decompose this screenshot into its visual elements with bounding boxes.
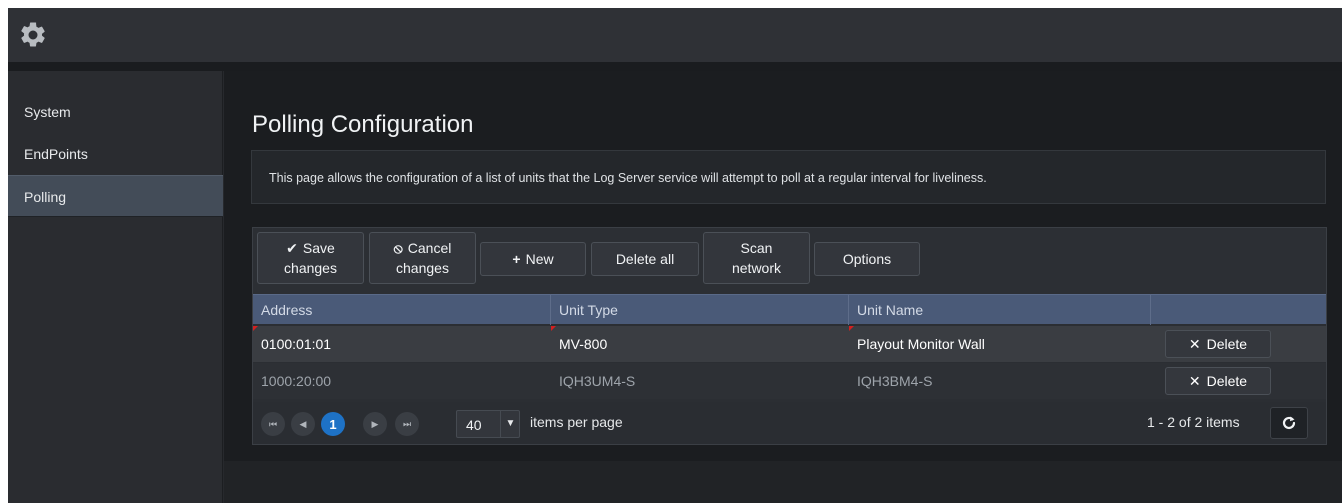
delete-row-button[interactable]: ✕ Delete	[1165, 367, 1271, 395]
column-header-actions	[1151, 295, 1326, 325]
page-number-button[interactable]: 1	[321, 412, 345, 436]
content-panel: Polling Configuration This page allows t…	[224, 71, 1342, 461]
sidebar: System EndPoints Polling	[8, 71, 223, 503]
unit-name-cell[interactable]: Playout Monitor Wall	[849, 326, 1151, 362]
page-title: Polling Configuration	[252, 111, 474, 138]
previous-page-button[interactable]: ◀	[291, 412, 315, 436]
modified-marker	[849, 326, 854, 331]
save-label-line1: Save	[302, 240, 335, 256]
column-header-unit-name[interactable]: Unit Name	[849, 295, 1151, 325]
description-box: This page allows the configuration of a …	[251, 150, 1326, 204]
scan-label-line1: Scan	[740, 240, 773, 256]
scan-label-line2: network	[731, 260, 782, 276]
close-icon: ✕	[1188, 372, 1201, 389]
grid-toolbar: ✔ Save changes ⦸ Cancel changes + New De…	[253, 228, 1326, 294]
page-size-value: 40	[466, 417, 482, 433]
delete-label: Delete	[1206, 336, 1248, 352]
table-row[interactable]: 1000:20:00 IQH3UM4-S IQH3BM4-S ✕ Delete	[253, 363, 1326, 399]
modified-marker	[551, 326, 556, 331]
delete-all-button[interactable]: Delete all	[591, 242, 699, 276]
table-row[interactable]: 0100:01:01 MV-800 Playout Monitor Wall ✕…	[253, 326, 1326, 362]
delete-row-button[interactable]: ✕ Delete	[1165, 330, 1271, 358]
first-page-icon: ⏮	[268, 418, 278, 429]
refresh-icon	[1282, 416, 1296, 430]
address-cell[interactable]: 1000:20:00	[253, 363, 551, 399]
options-button[interactable]: Options	[814, 242, 920, 276]
new-label: New	[525, 251, 554, 267]
app-window: System EndPoints Polling Polling Configu…	[8, 8, 1342, 503]
next-page-icon: ▶	[371, 418, 379, 429]
close-icon: ✕	[1188, 335, 1201, 352]
polling-grid: ✔ Save changes ⦸ Cancel changes + New De…	[252, 227, 1327, 445]
save-label-line2: changes	[284, 260, 337, 276]
refresh-button[interactable]	[1270, 407, 1308, 439]
unit-type-cell[interactable]: MV-800	[551, 326, 849, 362]
description-text: This page allows the configuration of a …	[269, 171, 987, 185]
next-page-button[interactable]: ▶	[363, 412, 387, 436]
modified-marker	[253, 326, 258, 331]
unit-name-cell[interactable]: IQH3BM4-S	[849, 363, 1151, 399]
page-size-select[interactable]: 40 ▼	[456, 410, 520, 438]
last-page-icon: ⏭	[402, 418, 412, 429]
column-header-unit-type[interactable]: Unit Type	[551, 295, 849, 325]
sidebar-item-endpoints[interactable]: EndPoints	[8, 133, 223, 175]
column-header-address[interactable]: Address	[253, 295, 551, 325]
plus-icon: +	[512, 251, 521, 267]
table-header: Address Unit Type Unit Name	[253, 294, 1326, 325]
cancel-changes-button[interactable]: ⦸ Cancel changes	[369, 232, 476, 284]
unit-type-cell[interactable]: IQH3UM4-S	[551, 363, 849, 399]
top-bar	[8, 8, 1342, 62]
address-value: 0100:01:01	[261, 336, 332, 352]
gear-icon[interactable]	[18, 20, 48, 50]
chevron-down-icon[interactable]: ▼	[500, 411, 520, 437]
last-page-button[interactable]: ⏭	[395, 412, 419, 436]
previous-page-icon: ◀	[299, 418, 307, 429]
first-page-button[interactable]: ⏮	[261, 412, 285, 436]
cancel-label-line1: Cancel	[407, 240, 452, 256]
address-cell[interactable]: 0100:01:01	[253, 326, 551, 362]
scan-network-button[interactable]: Scan network	[703, 232, 810, 284]
unit-type-value: MV-800	[559, 336, 608, 352]
delete-label: Delete	[1206, 373, 1248, 389]
pager: ⏮ ◀ 1 ▶ ⏭ 40 ▼ items per page 1 - 2 of 2…	[253, 402, 1326, 444]
new-button[interactable]: + New	[480, 242, 586, 276]
delete-all-label: Delete all	[615, 251, 675, 267]
options-label: Options	[842, 251, 892, 267]
checkmark-icon: ✔	[286, 240, 298, 256]
cancel-label-line2: changes	[396, 260, 449, 276]
main-content: Polling Configuration This page allows t…	[224, 71, 1342, 503]
sidebar-item-system[interactable]: System	[8, 91, 223, 133]
pager-info: 1 - 2 of 2 items	[1147, 414, 1240, 430]
cancel-icon: ⦸	[393, 240, 403, 256]
page-size-label: items per page	[530, 414, 623, 430]
save-changes-button[interactable]: ✔ Save changes	[257, 232, 364, 284]
top-bar-divider	[8, 62, 1342, 71]
sidebar-item-polling[interactable]: Polling	[8, 175, 223, 217]
unit-name-value: Playout Monitor Wall	[857, 336, 985, 352]
